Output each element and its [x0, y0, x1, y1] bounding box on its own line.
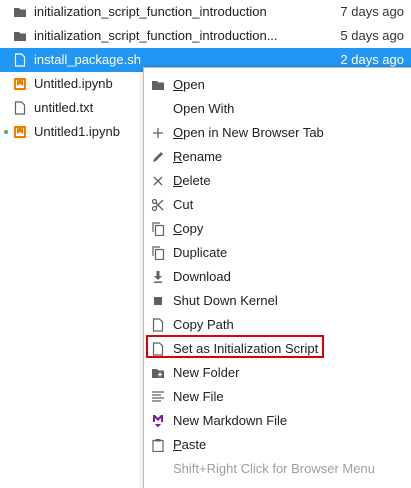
menu-item-duplicate[interactable]: Duplicate [144, 241, 411, 265]
menu-item-new-file[interactable]: New File [144, 385, 411, 409]
folder-icon [14, 32, 26, 41]
menu-label: Paste [173, 437, 207, 452]
scissors-icon [151, 198, 164, 212]
menu-item-copy[interactable]: Copy [144, 217, 411, 241]
new-folder-icon [152, 369, 164, 378]
menu-label: Open in New Browser Tab [173, 125, 324, 140]
copy-icon [152, 246, 165, 260]
menu-item-open-new-tab[interactable]: Open in New Browser Tab [144, 121, 411, 145]
menu-label: Cut [173, 197, 194, 212]
menu-item-download[interactable]: Download [144, 265, 411, 289]
menu-label: Copy Path [173, 317, 234, 332]
file-name: untitled.txt [34, 100, 94, 115]
menu-item-open-with[interactable]: Open With [144, 97, 411, 121]
notebook-icon [14, 78, 26, 90]
context-menu: Open Open With Open in New Browser Tab R… [143, 67, 411, 488]
file-date: 2 days ago [340, 52, 404, 67]
menu-label: Open With [173, 101, 235, 116]
file-date: 5 days ago [340, 28, 404, 43]
folder-icon [14, 8, 26, 17]
file-icon [14, 53, 26, 67]
menu-label: Copy [173, 221, 204, 236]
text-file-icon [152, 391, 164, 402]
menu-label: Delete [173, 173, 211, 188]
menu-label: Shift+Right Click for Browser Menu [173, 461, 375, 476]
menu-label: Shut Down Kernel [173, 293, 278, 308]
file-name: install_package.sh [34, 52, 141, 67]
file-row[interactable]: initialization_script_function_introduct… [0, 24, 411, 48]
file-name: initialization_script_function_introduct… [34, 28, 278, 43]
menu-label: New File [173, 389, 224, 404]
menu-label: New Folder [173, 365, 240, 380]
menu-item-copy-path[interactable]: Copy Path [144, 313, 411, 337]
running-indicator [4, 130, 8, 134]
notebook-icon [14, 126, 26, 138]
file-name: initialization_script_function_introduct… [34, 4, 267, 19]
menu-item-open[interactable]: Open [144, 73, 411, 97]
menu-item-delete[interactable]: Delete [144, 169, 411, 193]
pencil-icon [153, 152, 163, 162]
menu-label: Duplicate [173, 245, 228, 260]
file-icon [152, 318, 164, 332]
menu-label: Rename [173, 149, 223, 164]
menu-item-new-folder[interactable]: New Folder [144, 361, 411, 385]
menu-item-rename[interactable]: Rename [144, 145, 411, 169]
menu-item-paste[interactable]: Paste [144, 433, 411, 457]
file-row[interactable]: initialization_script_function_introduct… [0, 0, 411, 24]
highlight-box [146, 335, 324, 358]
close-icon [153, 176, 163, 186]
file-date: 7 days ago [340, 4, 404, 19]
file-name: Untitled1.ipynb [34, 124, 120, 139]
file-icon [14, 101, 26, 115]
menu-item-browser-menu-hint: Shift+Right Click for Browser Menu [144, 457, 411, 481]
plus-icon [153, 128, 163, 138]
menu-item-new-markdown-file[interactable]: New Markdown File [144, 409, 411, 433]
menu-item-shut-down-kernel[interactable]: Shut Down Kernel [144, 289, 411, 313]
menu-item-cut[interactable]: Cut [144, 193, 411, 217]
file-name: Untitled.ipynb [34, 76, 113, 91]
download-icon [154, 271, 162, 283]
folder-icon [152, 81, 164, 90]
markdown-icon [153, 415, 163, 428]
copy-icon [152, 222, 165, 236]
clipboard-icon [152, 439, 164, 452]
stop-icon [154, 297, 162, 305]
menu-label: New Markdown File [173, 413, 288, 428]
menu-label: Open [173, 77, 205, 92]
menu-label: Download [173, 269, 231, 284]
